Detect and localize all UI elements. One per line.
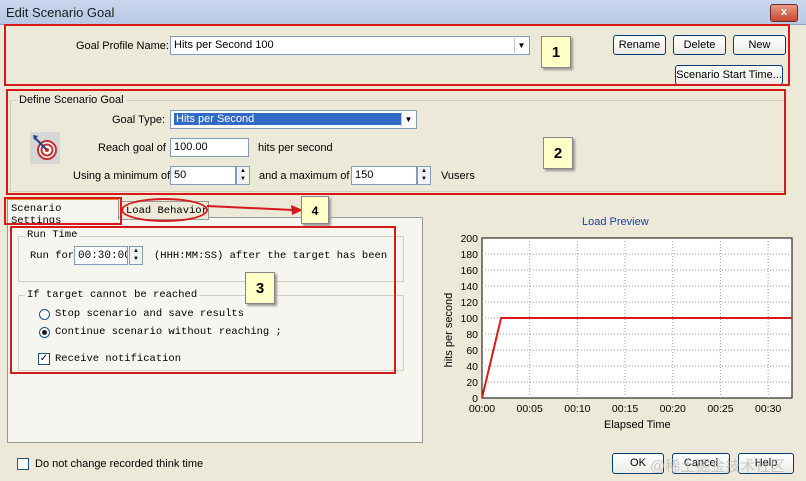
chart-x-axis-label: Elapsed Time (604, 419, 671, 431)
callout-3: 3 (245, 272, 275, 304)
annotation-ellipse-load-behavior (121, 198, 208, 222)
annotation-box-2 (6, 89, 786, 195)
chart-y-tick-label: 160 (460, 265, 478, 277)
chart-y-tick-label: 40 (466, 361, 478, 373)
load-preview-chart: Load Preview 0 20 40 60 80 100 120 140 160 180 200… (430, 212, 800, 448)
chart-y-tick-label: 80 (466, 329, 478, 341)
chart-y-tick-label: 140 (460, 281, 478, 293)
callout-2: 2 (543, 137, 573, 169)
annotation-arrow (206, 205, 303, 215)
think-time-checkbox[interactable] (17, 458, 29, 470)
close-button[interactable]: x (770, 4, 798, 22)
chart-x-tick-label: 00:20 (660, 403, 686, 415)
window-title: Edit Scenario Goal (6, 5, 115, 20)
callout-4: 4 (301, 196, 329, 224)
watermark-text: @稀土掘金技术社区 (650, 458, 786, 475)
chart-y-tick-label: 20 (466, 377, 478, 389)
chart-x-tick-label: 00:30 (755, 403, 781, 415)
chart-y-tick-label: 200 (460, 233, 478, 245)
chart-x-tick-label: 00:15 (612, 403, 638, 415)
callout-1: 1 (541, 36, 571, 68)
chart-x-tick-label: 00:25 (707, 403, 733, 415)
chart-y-tick-label: 180 (460, 249, 478, 261)
think-time-label: Do not change recorded think time (35, 458, 204, 470)
title-bar[interactable]: Edit Scenario Goal x (0, 0, 806, 25)
annotation-box-tab-settings (4, 197, 122, 225)
chart-y-tick-label: 60 (466, 345, 478, 357)
chart-y-tick-label: 100 (460, 313, 478, 325)
chart-plot: 02040608010012014016018020000:00 00:05 00:… (460, 233, 793, 415)
chart-x-tick-label: 00:00 (469, 403, 495, 415)
annotation-box-1 (4, 24, 790, 86)
chart-y-tick-label: 120 (460, 297, 478, 309)
edit-scenario-goal-dialog: Edit Scenario Goal x Goal Profile Name: … (0, 0, 806, 481)
chart-y-axis-label: hits per second (443, 292, 455, 368)
chart-x-tick-label: 00:10 (564, 403, 590, 415)
annotation-box-3 (10, 226, 396, 374)
chart-x-tick-label: 00:05 (517, 403, 543, 415)
